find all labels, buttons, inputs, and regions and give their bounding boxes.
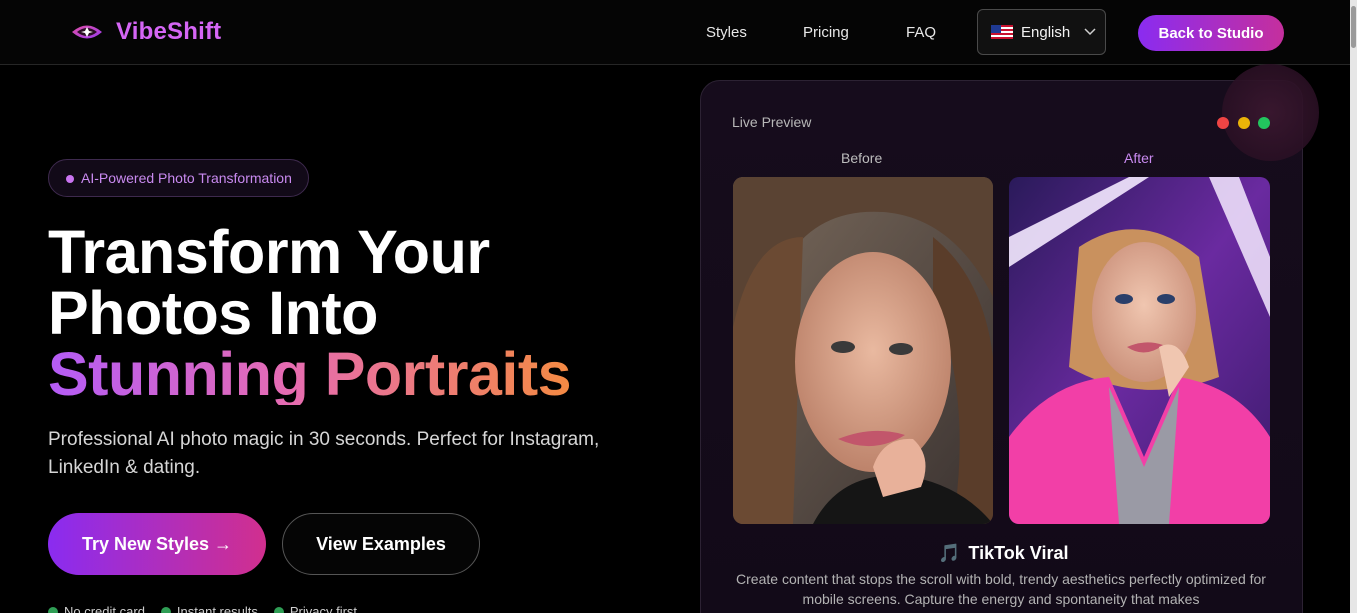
brand-name: VibeShift xyxy=(116,18,222,45)
badge-label: AI-Powered Photo Transformation xyxy=(81,170,292,186)
language-selector[interactable]: English xyxy=(977,9,1106,55)
before-portrait-illustration xyxy=(733,177,993,524)
window-dot-green-icon xyxy=(1258,117,1270,129)
nav-link-styles[interactable]: Styles xyxy=(706,24,747,41)
try-new-styles-button[interactable]: Try New Styles → xyxy=(48,513,266,575)
check-icon xyxy=(273,606,284,613)
hero-title-line-1: Transform Your xyxy=(48,218,490,286)
brand-logo[interactable]: VibeShift xyxy=(70,18,221,46)
scrollbar-thumb[interactable] xyxy=(1351,6,1356,48)
view-examples-button[interactable]: View Examples xyxy=(282,513,480,575)
nav-link-faq[interactable]: FAQ xyxy=(906,24,936,41)
vibeshift-logo-icon xyxy=(72,25,102,39)
check-icon xyxy=(48,606,58,613)
before-label: Before xyxy=(841,150,883,166)
feature-item: Instant results xyxy=(160,604,258,613)
window-dot-yellow-icon xyxy=(1238,117,1250,129)
top-nav-bar: VibeShift Styles Pricing FAQ English Bac… xyxy=(0,0,1350,65)
feature-item: No credit card xyxy=(48,604,145,613)
feature-label: No credit card xyxy=(64,604,145,613)
after-portrait-illustration xyxy=(1009,177,1270,524)
style-name: 🎵 TikTok Viral xyxy=(938,543,1068,564)
feature-item: Privacy first xyxy=(273,604,358,613)
decorative-glow xyxy=(1222,64,1319,161)
before-photo xyxy=(733,177,993,524)
hero-title-line-2: Photos Into xyxy=(48,279,378,347)
hero-subtitle: Professional AI photo magic in 30 second… xyxy=(48,429,600,478)
feature-label: Instant results xyxy=(176,604,258,613)
music-note-icon: 🎵 xyxy=(938,543,961,563)
nav-link-pricing[interactable]: Pricing xyxy=(803,24,849,41)
hero-title: Transform Your Photos Into Stunning Port… xyxy=(48,218,572,408)
feature-label: Privacy first xyxy=(289,604,358,613)
preview-title: Live Preview xyxy=(732,114,812,130)
feature-list: No credit card Instant results Privacy f… xyxy=(48,604,357,613)
chevron-down-icon xyxy=(1084,28,1096,36)
us-flag-icon xyxy=(991,25,1013,39)
badge-dot-icon xyxy=(66,175,74,183)
window-dot-red-icon xyxy=(1217,117,1229,129)
style-description: Create content that stops the scroll wit… xyxy=(736,571,1266,607)
language-label: English xyxy=(1021,23,1071,41)
hero-badge: AI-Powered Photo Transformation xyxy=(48,159,309,197)
after-label: After xyxy=(1124,150,1154,166)
check-icon xyxy=(160,606,171,613)
style-title-text: TikTok Viral xyxy=(968,543,1069,563)
page-scrollbar[interactable] xyxy=(1350,0,1357,613)
back-to-studio-button[interactable]: Back to Studio xyxy=(1138,15,1284,51)
after-photo xyxy=(1009,177,1270,524)
hero-title-line-3: Stunning Portraits xyxy=(48,340,572,408)
